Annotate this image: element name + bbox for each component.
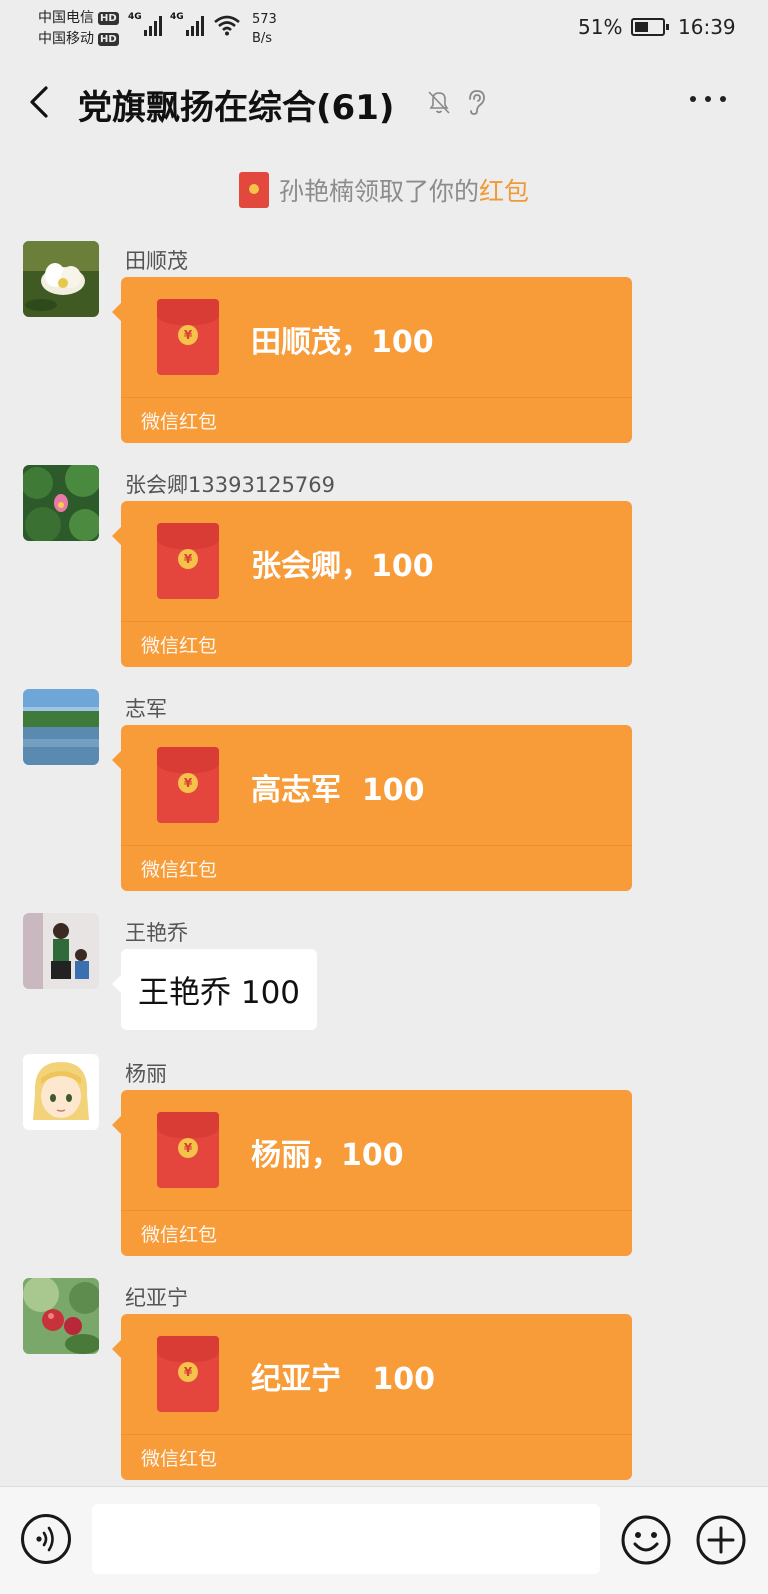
red-packet-footer: 微信红包	[141, 1224, 218, 1246]
sender-name: 王艳乔	[125, 921, 188, 945]
avatar[interactable]	[23, 1278, 99, 1354]
wifi-icon	[214, 15, 240, 36]
carrier-2-label: 中国移动	[38, 31, 94, 47]
voice-icon	[36, 1526, 54, 1552]
red-packet-bubble[interactable]: ¥ 张会卿，100 微信红包	[112, 501, 632, 667]
text-message-bubble[interactable]: 王艳乔 100	[111, 949, 318, 1030]
signal-1-icon: 4G	[128, 12, 162, 36]
message-input[interactable]	[92, 1504, 600, 1574]
avatar[interactable]	[23, 689, 99, 765]
red-envelope-icon: ¥	[157, 299, 219, 375]
voice-button[interactable]	[21, 1514, 71, 1564]
carrier-info: 中国电信 HD 中国移动 HD	[38, 8, 119, 50]
red-envelope-icon: ¥	[157, 523, 219, 599]
sender-name: 田顺茂	[125, 249, 188, 273]
back-button[interactable]	[24, 80, 60, 124]
avatar[interactable]	[23, 241, 99, 317]
red-packet-text: 杨丽，100	[251, 1138, 404, 1173]
red-packet-bubble[interactable]: ¥ 田顺茂，100 微信红包	[112, 277, 632, 443]
red-packet-footer: 微信红包	[141, 1448, 218, 1470]
notice-text: 孙艳楠领取了你的	[278, 177, 479, 206]
red-packet-bubble[interactable]: ¥ 高志军 100 微信红包	[112, 725, 632, 891]
red-packet-claim-notice: 孙艳楠领取了你的红包	[0, 172, 768, 211]
more-options-button[interactable]	[690, 96, 734, 110]
carrier-1-label: 中国电信	[38, 10, 94, 26]
hd-badge: HD	[98, 12, 119, 25]
chat-header: 党旗飘扬在综合(61)	[0, 60, 768, 146]
red-packet-footer: 微信红包	[141, 859, 218, 881]
red-envelope-icon: ¥	[157, 1336, 219, 1412]
avatar[interactable]	[23, 1054, 99, 1130]
sender-name: 志军	[125, 697, 167, 721]
red-packet-bubble[interactable]: ¥ 纪亚宁 100 微信红包	[112, 1314, 632, 1480]
red-packet-footer: 微信红包	[141, 635, 218, 657]
status-bar: 中国电信 HD 中国移动 HD 4G 4G 573 B/s 51% 16:39	[0, 0, 768, 56]
ear-icon	[469, 90, 485, 115]
red-packet-text: 田顺茂，100	[251, 325, 434, 360]
red-packet-icon	[238, 172, 269, 208]
red-packet-text: 高志军 100	[251, 773, 425, 808]
battery-percent: 51%	[578, 15, 623, 39]
chevron-left-icon	[30, 86, 48, 118]
sender-name: 纪亚宁	[125, 1286, 188, 1310]
signal-2-icon: 4G	[170, 12, 204, 36]
red-packet-footer: 微信红包	[141, 411, 218, 433]
red-packet-text: 张会卿，100	[251, 549, 434, 584]
hd-badge: HD	[98, 33, 119, 46]
network-speed: 573 B/s	[252, 12, 277, 46]
emoji-icon	[621, 1515, 671, 1565]
red-envelope-icon: ¥	[157, 747, 219, 823]
emoji-button[interactable]	[620, 1514, 672, 1566]
red-envelope-icon: ¥	[157, 1112, 219, 1188]
notice-red-packet-link[interactable]: 红包	[479, 177, 529, 206]
chat-input-bar	[0, 1486, 768, 1594]
sender-name: 杨丽	[125, 1062, 167, 1086]
more-functions-button[interactable]	[695, 1514, 747, 1566]
bell-muted-icon	[428, 91, 450, 114]
clock: 16:39	[678, 15, 736, 39]
battery-icon	[631, 18, 669, 36]
signal-indicators: 4G 4G	[128, 12, 240, 36]
chat-title: 党旗飘扬在综合(61)	[78, 88, 395, 128]
red-packet-text: 纪亚宁 100	[251, 1362, 435, 1397]
avatar[interactable]	[23, 913, 99, 989]
avatar[interactable]	[23, 465, 99, 541]
plus-circle-icon	[696, 1515, 746, 1565]
more-dots-icon	[690, 96, 696, 102]
sender-name: 张会卿13393125769	[125, 473, 335, 497]
red-packet-bubble[interactable]: ¥ 杨丽，100 微信红包	[112, 1090, 632, 1256]
